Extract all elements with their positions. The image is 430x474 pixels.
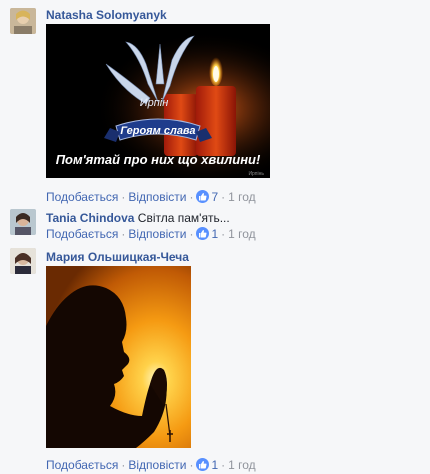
avatar[interactable] xyxy=(10,209,36,235)
comment-3: Мария Ольшицкая-Чеча Подобається · Відпові… xyxy=(0,244,430,474)
comment-2: Tania Chindova Світла пам'ять... Подобає… xyxy=(0,208,430,244)
like-icon[interactable] xyxy=(196,190,210,203)
like-link[interactable]: Подобається xyxy=(46,458,118,472)
comment-text: Світла пам'ять... xyxy=(137,211,230,225)
comment-actions: Подобається · Відповісти · 1 · 1 год xyxy=(46,227,256,241)
avatar[interactable] xyxy=(10,248,36,274)
comment-actions: Подобається · Відповісти · 7 · 1 год xyxy=(46,190,256,204)
comment-author[interactable]: Мария Ольшицкая-Чеча xyxy=(46,250,189,264)
like-icon[interactable] xyxy=(196,458,210,471)
comment-1: Natasha Solomyanyk Героям слава Ирпін По… xyxy=(0,0,430,204)
comment-time[interactable]: 1 год xyxy=(228,190,256,204)
ribbon-text: Героям слава xyxy=(120,125,195,137)
like-link[interactable]: Подобається xyxy=(46,227,118,241)
comment-time[interactable]: 1 год xyxy=(228,227,256,241)
ribbon-top-text: Ирпін xyxy=(140,97,169,109)
reply-link[interactable]: Відповісти xyxy=(128,458,186,472)
caption-text: Пом'ятай про них що хвилини! xyxy=(56,152,261,167)
comment-photo[interactable]: Героям слава Ирпін Пом'ятай про них що х… xyxy=(46,24,270,178)
watermark-text: Ирпінь xyxy=(248,171,264,177)
reply-link[interactable]: Відповісти xyxy=(128,227,186,241)
comment-actions: Подобається · Відповісти · 1 · 1 год xyxy=(46,458,256,472)
comment-time[interactable]: 1 год xyxy=(228,458,256,472)
like-link[interactable]: Подобається xyxy=(46,190,118,204)
comment-photo[interactable] xyxy=(46,266,191,448)
comment-author[interactable]: Tania Chindova xyxy=(46,211,134,225)
comment-author[interactable]: Natasha Solomyanyk xyxy=(46,8,167,22)
reply-link[interactable]: Відповісти xyxy=(128,190,186,204)
like-icon[interactable] xyxy=(196,227,210,240)
avatar[interactable] xyxy=(10,8,36,34)
